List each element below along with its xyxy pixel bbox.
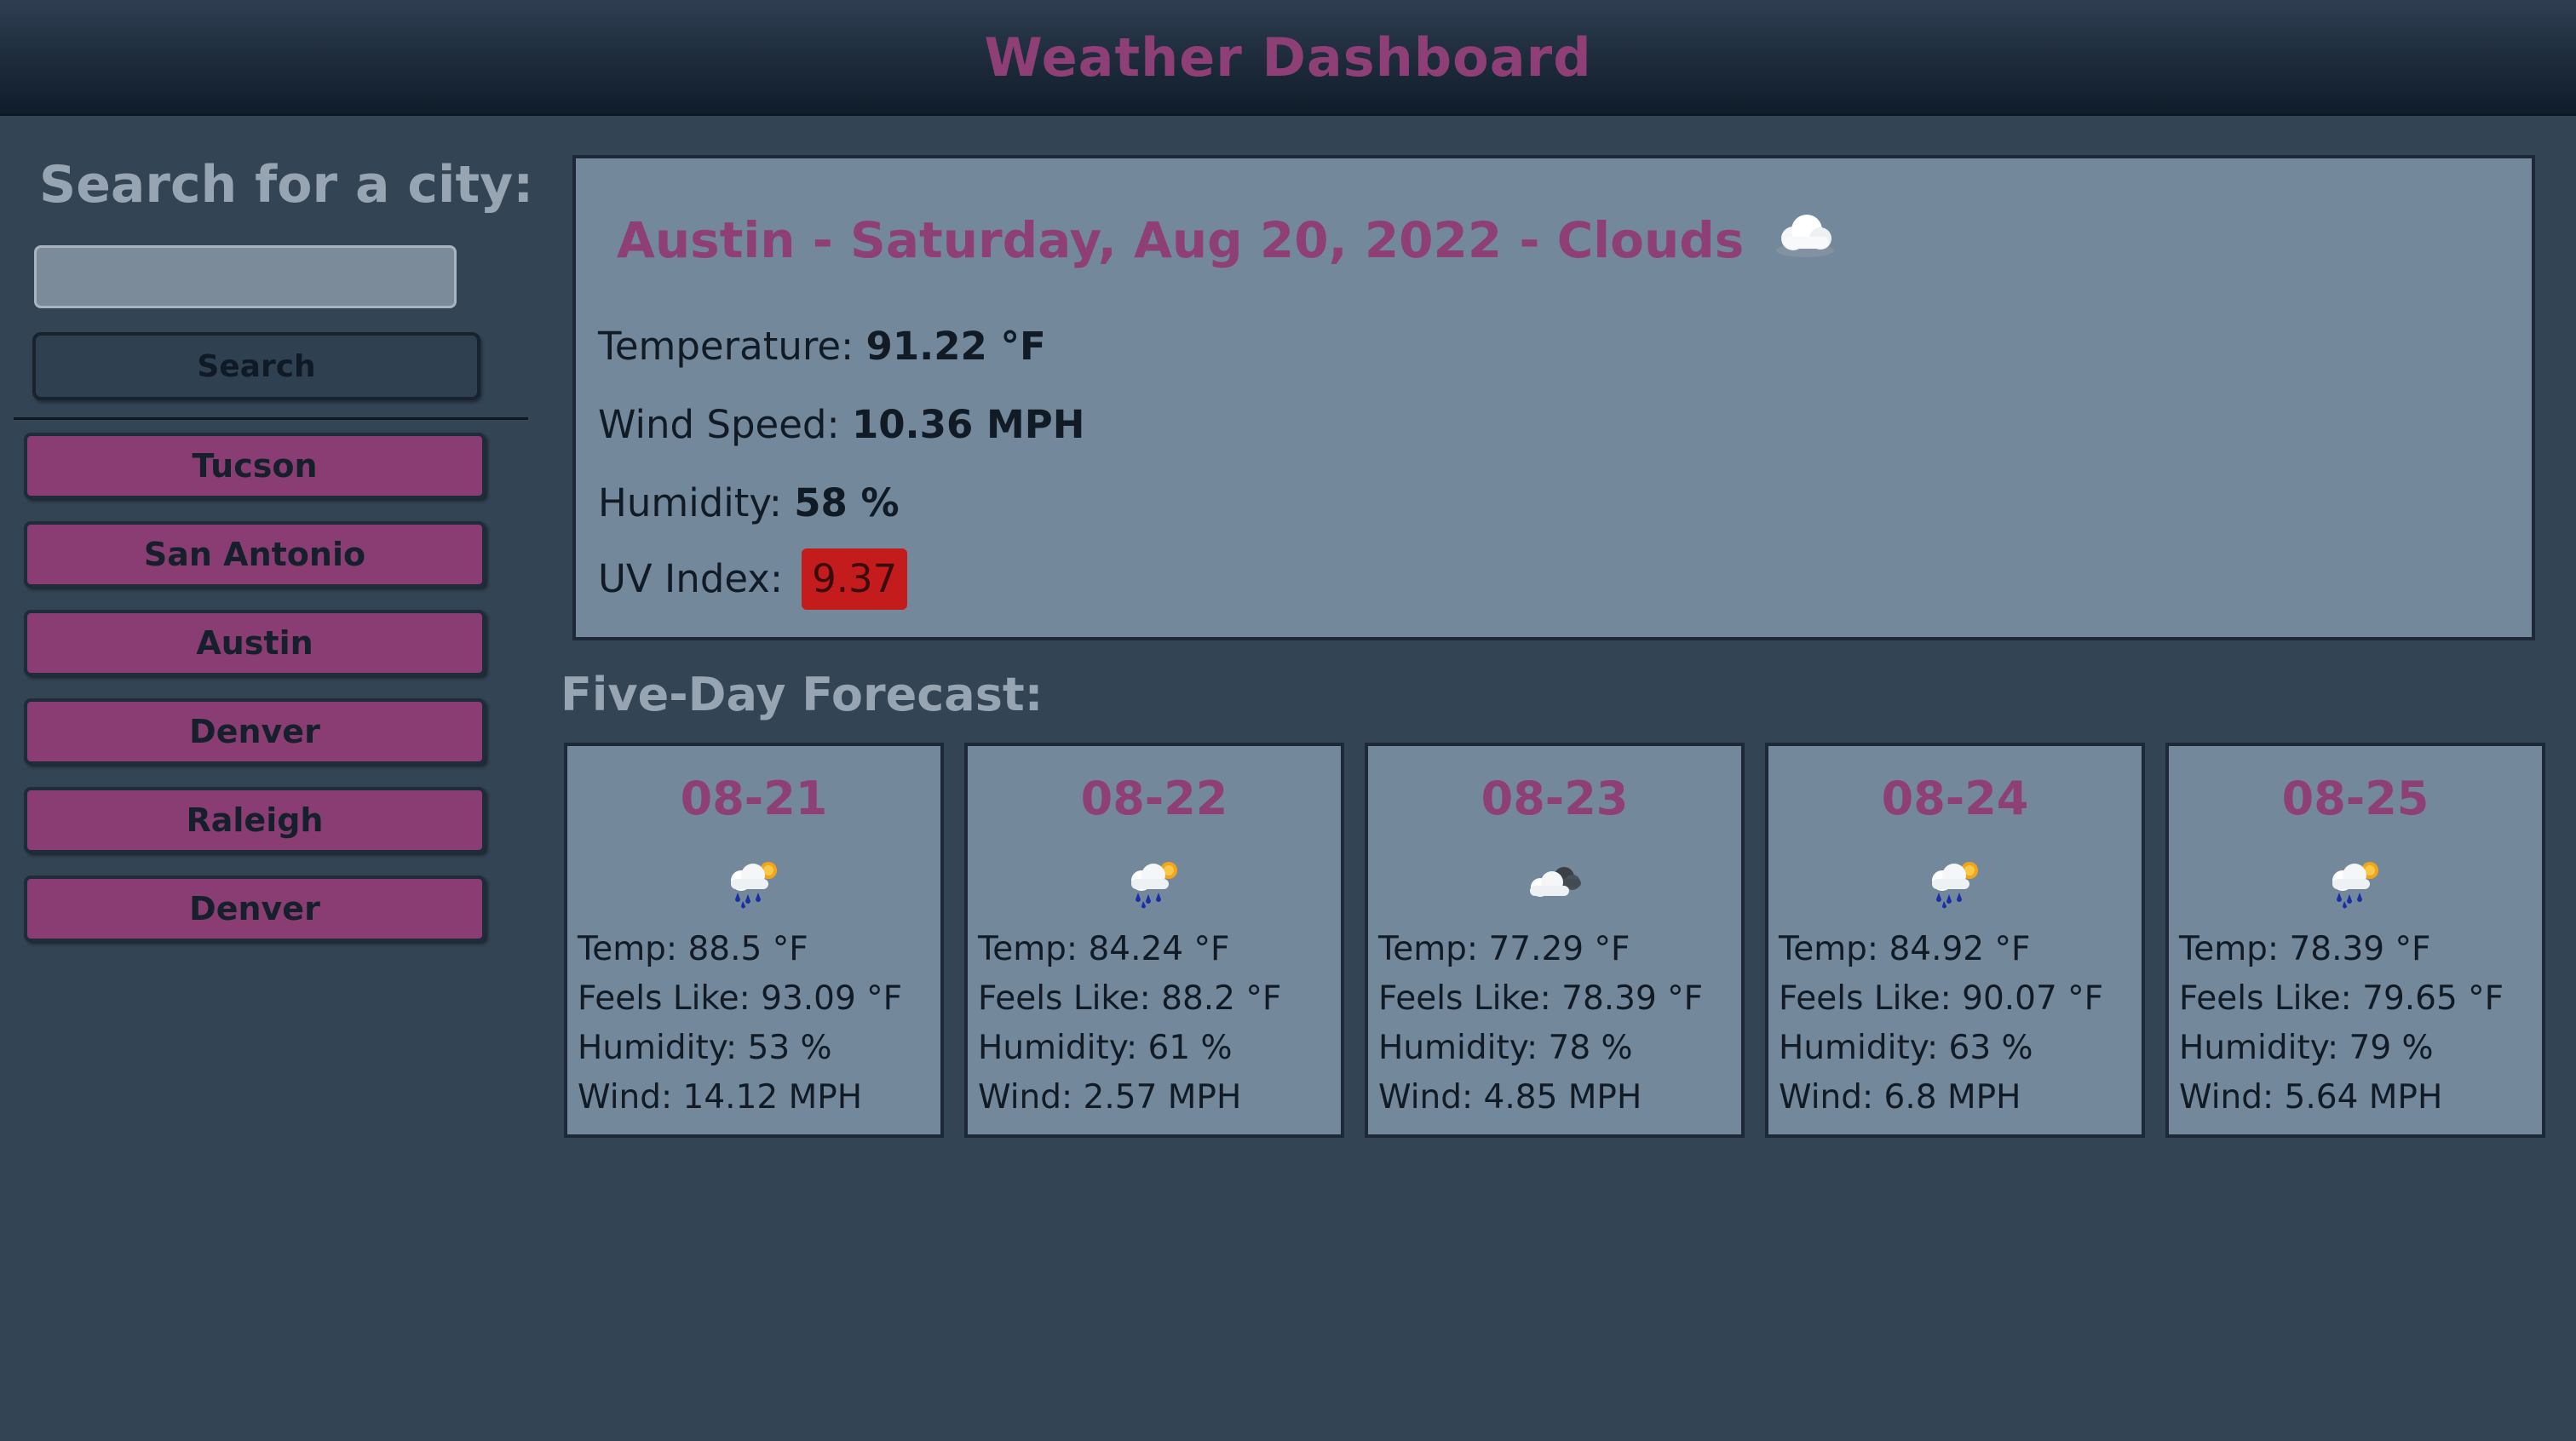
uv-index-badge: 9.37 [802,548,908,610]
humidity-stat: Humidity: 58 % [598,480,900,525]
forecast-card: 08-24 Temp: 84.92 °F Feels Like: 90.07 °… [1765,743,2145,1138]
forecast-card: 08-23 Temp: 77.29 °F Feels Like: 78.39 °… [1365,743,1745,1138]
humidity-label: Humidity: [598,480,782,525]
wind-stat: Wind Speed: 10.36 MPH [598,402,1084,447]
uv-label: UV Index: [598,556,784,601]
page-title: Weather Dashboard [984,26,1592,89]
wind-label: Wind Speed: [598,402,840,447]
history-city-button[interactable]: San Antonio [24,521,486,588]
forecast-temp: Temp: 88.5 °F [578,930,808,968]
city-search-input[interactable] [34,245,457,308]
uv-stat: UV Index: 9.37 [598,548,908,610]
current-weather-card: Austin - Saturday, Aug 20, 2022 - Clouds… [572,155,2535,640]
forecast-feels-like: Feels Like: 90.07 °F [1779,979,2104,1018]
forecast-humidity: Humidity: 79 % [2179,1029,2434,1067]
app-header: Weather Dashboard [0,0,2576,116]
forecast-card: 08-21 Temp: 88.5 °F Feels Like: 93.09 °F… [564,743,944,1138]
forecast-temp: Temp: 84.24 °F [978,930,1230,968]
forecast-feels-like: Feels Like: 79.65 °F [2179,979,2504,1018]
search-button[interactable]: Search [32,332,480,400]
forecast-humidity: Humidity: 53 % [578,1029,832,1067]
forecast-date: 08-22 [1080,772,1228,825]
sidebar-divider [14,417,528,420]
forecast-feels-like: Feels Like: 78.39 °F [1378,979,1704,1018]
rain-sun-icon [1920,855,1988,910]
history-city-button[interactable]: Raleigh [24,787,486,853]
forecast-wind: Wind: 6.8 MPH [1779,1078,2021,1117]
rain-sun-icon [719,855,787,910]
forecast-humidity: Humidity: 78 % [1378,1029,1633,1067]
rain-sun-icon [1119,855,1187,910]
broken-clouds-icon [1520,855,1588,910]
forecast-date: 08-21 [680,772,828,825]
history-city-button[interactable]: Austin [24,610,486,676]
forecast-card: 08-25 Temp: 78.39 °F Feels Like: 79.65 °… [2165,743,2545,1138]
temperature-label: Temperature: [598,324,854,369]
wind-value: 10.36 MPH [851,402,1085,447]
history-city-button[interactable]: Denver [24,698,486,765]
forecast-temp: Temp: 84.92 °F [1779,930,2031,968]
forecast-date: 08-23 [1481,772,1629,825]
history-city-button[interactable]: Denver [24,876,486,942]
humidity-value: 58 % [794,480,900,525]
search-history-list: Tucson San Antonio Austin Denver Raleigh… [24,433,486,964]
rain-sun-icon [2320,855,2389,910]
forecast-feels-like: Feels Like: 88.2 °F [978,979,1282,1018]
history-city-button[interactable]: Tucson [24,433,486,499]
current-weather-title: Austin - Saturday, Aug 20, 2022 - Clouds [617,211,1837,269]
cloud-icon [1773,208,1837,259]
forecast-humidity: Humidity: 61 % [978,1029,1233,1067]
forecast-feels-like: Feels Like: 93.09 °F [578,979,903,1018]
forecast-date: 08-25 [2281,772,2429,825]
forecast-wind: Wind: 14.12 MPH [578,1078,863,1117]
temperature-value: 91.22 °F [865,324,1046,369]
current-title-text: Austin - Saturday, Aug 20, 2022 - Clouds [617,211,1745,269]
forecast-date: 08-24 [1881,772,2029,825]
temperature-stat: Temperature: 91.22 °F [598,324,1046,369]
search-heading: Search for a city: [39,155,534,215]
forecast-temp: Temp: 78.39 °F [2179,930,2431,968]
forecast-card: 08-22 Temp: 84.24 °F Feels Like: 88.2 °F… [964,743,1344,1138]
forecast-wind: Wind: 2.57 MPH [978,1078,1242,1117]
forecast-humidity: Humidity: 63 % [1779,1029,2033,1067]
forecast-heading: Five-Day Forecast: [561,668,1044,721]
forecast-temp: Temp: 77.29 °F [1378,930,1630,968]
forecast-wind: Wind: 5.64 MPH [2179,1078,2443,1117]
forecast-wind: Wind: 4.85 MPH [1378,1078,1642,1117]
